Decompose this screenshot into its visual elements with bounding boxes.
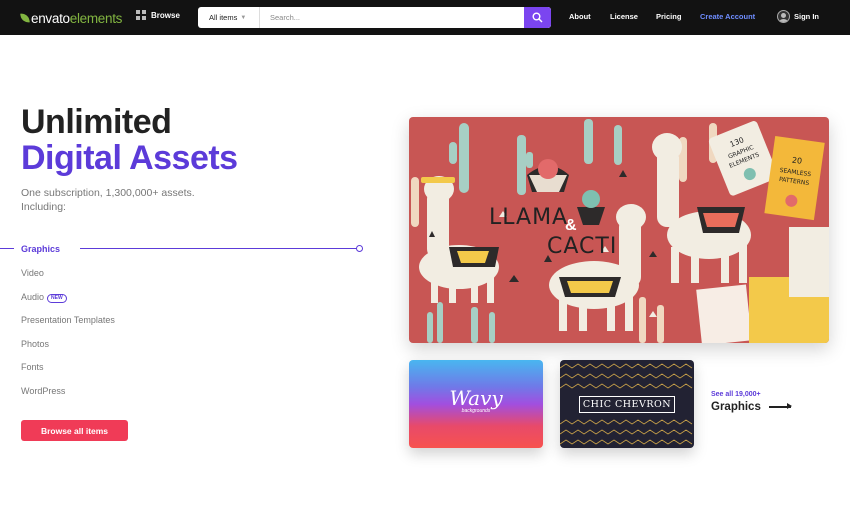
category-video[interactable]: Video bbox=[21, 268, 381, 278]
chic-chevron-card[interactable]: CHIC CHEVRON bbox=[560, 360, 694, 448]
search-button[interactable] bbox=[524, 7, 551, 28]
arrow-right-icon bbox=[768, 404, 792, 409]
category-presentation-templates[interactable]: Presentation Templates bbox=[21, 315, 381, 325]
category-graphics[interactable]: Graphics bbox=[21, 244, 381, 254]
browse-button[interactable]: Browse bbox=[136, 10, 180, 21]
subtitle: One subscription, 1,300,000+ assets. Inc… bbox=[21, 187, 251, 214]
nav-pricing[interactable]: Pricing bbox=[656, 12, 681, 21]
top-navigation-bar: envatoelements Browse All items ▼ About … bbox=[0, 0, 850, 35]
headline-unlimited: Unlimited bbox=[21, 103, 172, 141]
search-input[interactable] bbox=[262, 7, 522, 28]
new-badge: NEW bbox=[47, 294, 67, 303]
search-icon bbox=[532, 12, 543, 23]
browse-label: Browse bbox=[151, 11, 180, 20]
headline-digital-assets: Digital Assets bbox=[21, 139, 238, 177]
chevron-down-icon: ▼ bbox=[240, 14, 247, 21]
showcase-title-llama: LLAMA bbox=[489, 205, 569, 230]
subtitle-line-2: Including: bbox=[21, 200, 66, 213]
browse-all-items-button[interactable]: Browse all items bbox=[21, 420, 128, 441]
sign-in-button[interactable]: Sign In bbox=[777, 10, 819, 23]
nav-create-account[interactable]: Create Account bbox=[700, 12, 755, 21]
logo-text-elements: elements bbox=[69, 10, 123, 26]
subtitle-line-1: One subscription, 1,300,000+ assets. bbox=[21, 187, 195, 199]
active-indicator-left bbox=[0, 248, 14, 249]
category-select[interactable]: All items ▼ bbox=[198, 7, 260, 28]
nav-about[interactable]: About bbox=[569, 12, 591, 21]
card-wavy-title: Wavy bbox=[449, 386, 503, 410]
see-all-count[interactable]: See all 19,000+ bbox=[711, 391, 761, 398]
nav-license[interactable]: License bbox=[610, 12, 638, 21]
user-avatar-icon bbox=[777, 10, 790, 23]
category-audio[interactable]: Audio NEW bbox=[21, 292, 381, 303]
wavy-backgrounds-card[interactable]: Wavy backgrounds bbox=[409, 360, 543, 448]
envato-elements-logo[interactable]: envato elements bbox=[20, 10, 123, 26]
category-audio-label: Audio bbox=[21, 292, 45, 302]
grid-icon bbox=[136, 10, 146, 20]
card-chic-chevron-title: CHIC CHEVRON bbox=[579, 396, 675, 413]
category-select-label: All items bbox=[209, 13, 238, 22]
logo-text-envato: envato bbox=[31, 10, 70, 26]
search-bar: All items ▼ bbox=[198, 7, 551, 28]
svg-text:20: 20 bbox=[791, 156, 802, 166]
sign-in-label: Sign In bbox=[794, 12, 819, 21]
llama-cacti-illustration: 130 GRAPHIC ELEMENTS 20 SEAMLESS PATTERN… bbox=[411, 119, 829, 343]
see-all-graphics-label: Graphics bbox=[711, 401, 761, 413]
showcase-title-ampersand: & bbox=[565, 217, 577, 234]
category-fonts[interactable]: Fonts bbox=[21, 362, 381, 372]
llama-cacti-showcase-image[interactable]: 130 GRAPHIC ELEMENTS 20 SEAMLESS PATTERN… bbox=[409, 117, 829, 343]
leaf-icon bbox=[20, 12, 30, 24]
category-wordpress[interactable]: WordPress bbox=[21, 386, 381, 396]
showcase-title-cacti: CACTI bbox=[547, 234, 618, 259]
category-photos[interactable]: Photos bbox=[21, 339, 381, 349]
card-wavy-subtitle: backgrounds bbox=[461, 408, 491, 414]
see-all-graphics-link[interactable]: Graphics bbox=[711, 401, 792, 413]
